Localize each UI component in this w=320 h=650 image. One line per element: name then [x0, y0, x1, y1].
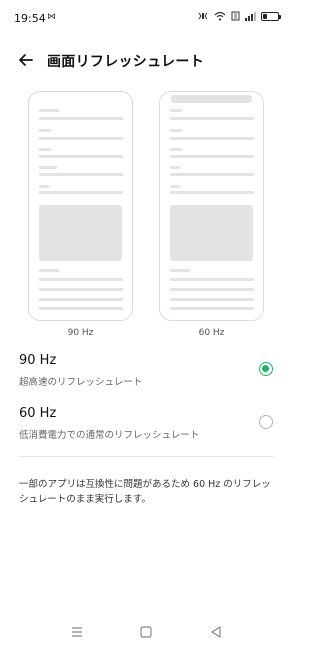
- navigation-bar: [0, 618, 293, 646]
- vibrate-icon: [198, 12, 208, 20]
- compatibility-note: 一部のアプリは互換性に問題があるため 60 Hz のリフレッシュレートのまま実行…: [19, 479, 271, 505]
- data-icon: [231, 11, 240, 21]
- status-icons: [197, 11, 281, 21]
- battery-icon: [261, 11, 281, 21]
- option-description: 超高速のリフレッシュレート: [19, 377, 143, 388]
- menu-icon[interactable]: [67, 622, 87, 642]
- header: 画面リフレッシュレート: [0, 44, 293, 76]
- back-triangle-icon[interactable]: [206, 622, 226, 642]
- option-title: 90 Hz: [19, 353, 57, 368]
- notification-icon: ⋈: [47, 12, 56, 22]
- radio-90hz[interactable]: [259, 362, 273, 376]
- status-time: 19:54: [14, 12, 46, 25]
- option-title: 60 Hz: [19, 406, 57, 421]
- page-title: 画面リフレッシュレート: [47, 54, 205, 70]
- option-description: 低消費電力での通常のリフレッシュレート: [19, 430, 200, 441]
- radio-60hz[interactable]: [259, 415, 273, 429]
- divider: [19, 456, 274, 457]
- status-bar: 19:54 ⋈: [0, 0, 293, 36]
- preview-caption-90hz: 90 Hz: [67, 328, 94, 338]
- wifi-icon: [214, 11, 226, 21]
- preview-caption-60hz: 60 Hz: [198, 328, 225, 338]
- signal-bars-icon: [245, 12, 256, 21]
- option-90hz[interactable]: 90 Hz 超高速のリフレッシュレート: [0, 353, 293, 397]
- option-60hz[interactable]: 60 Hz 低消費電力での通常のリフレッシュレート: [0, 406, 293, 450]
- preview-90hz[interactable]: [28, 91, 133, 321]
- preview-60hz[interactable]: [159, 91, 264, 321]
- arrow-left-icon[interactable]: [16, 50, 36, 70]
- home-icon[interactable]: [136, 622, 156, 642]
